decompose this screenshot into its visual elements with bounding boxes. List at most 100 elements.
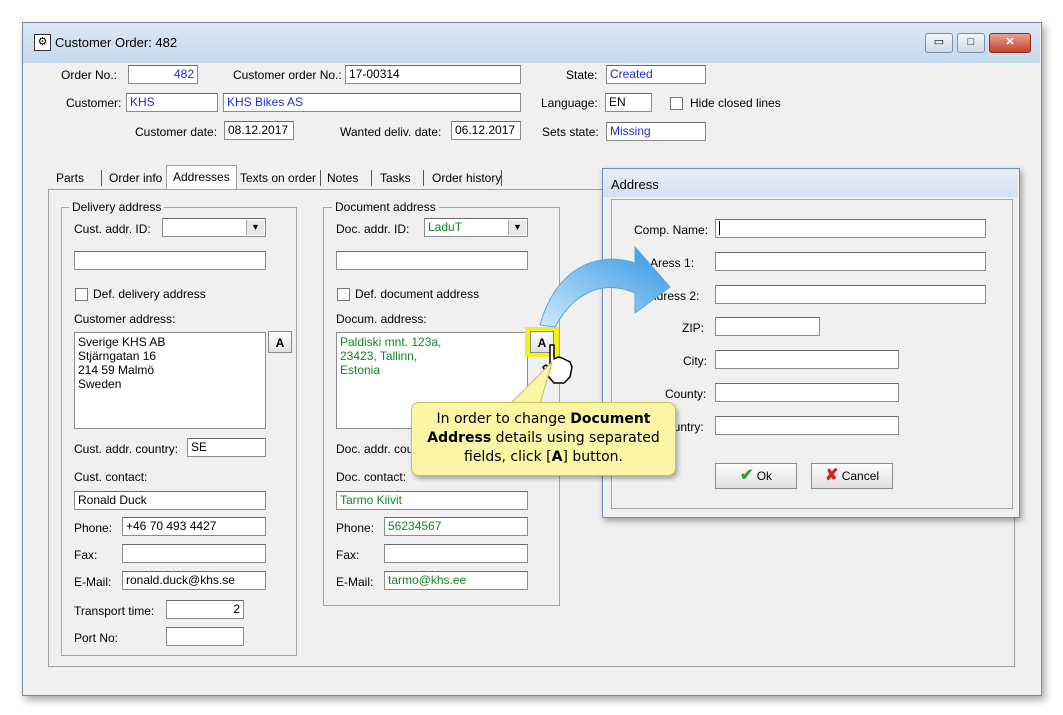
window-title: Customer Order: 482 xyxy=(55,35,178,50)
customer-date-label: Customer date: xyxy=(135,125,218,139)
order-no-field[interactable]: 482 xyxy=(128,65,198,84)
doc-email-field[interactable]: tarmo@khs.ee xyxy=(384,571,528,590)
delivery-a-button[interactable]: A xyxy=(268,331,292,353)
cust-addr-id-combo[interactable]: ▼ xyxy=(162,218,266,237)
delivery-phone-label: Phone: xyxy=(74,521,113,535)
port-no-label: Port No: xyxy=(74,631,119,645)
customer-address-label: Customer address: xyxy=(74,312,176,326)
cust-addr-country-label: Cust. addr. country: xyxy=(74,442,179,456)
wanted-deliv-date-label: Wanted deliv. date: xyxy=(340,125,442,139)
maximize-button[interactable]: □ xyxy=(957,33,985,53)
doc-addr-id-combo[interactable]: LaduT ▼ xyxy=(424,218,528,237)
transport-time-label: Transport time: xyxy=(74,604,155,618)
docum-address-label: Docum. address: xyxy=(336,312,427,326)
tab-tasks[interactable]: Tasks xyxy=(374,167,417,189)
tab-separator xyxy=(371,170,372,186)
doc-phone-field[interactable]: 56234567 xyxy=(384,517,528,536)
checkmark-icon: ✔ xyxy=(739,467,754,484)
hide-closed-lines-checkbox[interactable] xyxy=(670,97,683,110)
close-button[interactable]: ✕ xyxy=(989,33,1031,53)
customer-order-no-field[interactable]: 17-00314 xyxy=(345,65,521,84)
delivery-fax-label: Fax: xyxy=(74,548,98,562)
country-field[interactable] xyxy=(715,416,899,435)
chevron-down-icon[interactable]: ▼ xyxy=(508,220,526,235)
callout-text: ] button. xyxy=(562,449,623,465)
address-line: 23423, Tallinn, xyxy=(340,349,418,363)
cust-contact-field[interactable]: Ronald Duck xyxy=(74,491,266,510)
chevron-down-icon[interactable]: ▼ xyxy=(246,220,264,235)
comp-name-field[interactable] xyxy=(715,219,986,238)
cancel-button[interactable]: ✘ Cancel xyxy=(811,463,893,489)
def-delivery-address-checkbox[interactable] xyxy=(75,288,88,301)
def-document-address-checkbox[interactable] xyxy=(337,288,350,301)
language-field[interactable]: EN xyxy=(605,93,652,112)
doc-fax-field[interactable] xyxy=(384,544,528,563)
cancel-x-icon: ✘ xyxy=(824,467,839,484)
doc-addr-country-label: Doc. addr. cou xyxy=(336,442,414,456)
cust-addr-extra-field[interactable] xyxy=(74,251,266,270)
city-label: City: xyxy=(683,354,707,368)
address2-field[interactable] xyxy=(715,285,986,304)
doc-contact-field[interactable]: Tarmo Kiivit xyxy=(336,491,528,510)
address-line: Stjärngatan 16 xyxy=(78,349,157,363)
def-delivery-address-label: Def. delivery address xyxy=(93,287,206,301)
tab-texts-on-order[interactable]: Texts on order xyxy=(234,167,322,189)
sets-state-label: Sets state: xyxy=(542,125,599,139)
city-field[interactable] xyxy=(715,350,899,369)
state-label: State: xyxy=(566,68,598,82)
tab-separator xyxy=(501,170,502,186)
def-document-address-label: Def. document address xyxy=(355,287,480,301)
delivery-email-field[interactable]: ronald.duck@khs.se xyxy=(122,571,266,590)
customer-name-field[interactable]: KHS Bikes AS xyxy=(223,93,521,112)
cust-contact-label: Cust. contact: xyxy=(74,470,148,484)
transport-time-field[interactable]: 2 xyxy=(166,600,244,619)
doc-contact-label: Doc. contact: xyxy=(336,470,407,484)
callout-bold-text: A xyxy=(551,449,563,465)
tab-notes[interactable]: Notes xyxy=(321,167,364,189)
customer-label: Customer: xyxy=(66,96,122,110)
address-line: 214 59 Malmö xyxy=(78,363,155,377)
port-no-field[interactable] xyxy=(166,627,244,646)
address-dialog-titlebar[interactable] xyxy=(603,169,1018,197)
pointer-arrow-icon xyxy=(539,245,671,328)
address-line: Sweden xyxy=(78,377,122,391)
sets-state-field[interactable]: Missing xyxy=(606,122,706,141)
app-icon: ⚙ xyxy=(34,34,51,51)
cancel-button-label: Cancel xyxy=(841,469,880,483)
address1-field[interactable] xyxy=(715,252,986,271)
doc-addr-extra-field[interactable] xyxy=(336,251,528,270)
document-address-title: Document address xyxy=(332,200,439,214)
customer-date-field[interactable]: 08.12.2017 xyxy=(224,121,294,140)
tab-parts[interactable]: Parts xyxy=(50,167,90,189)
county-label: County: xyxy=(665,387,707,401)
customer-code-field[interactable]: KHS xyxy=(126,93,218,112)
doc-email-label: E-Mail: xyxy=(336,575,374,589)
county-field[interactable] xyxy=(715,383,899,402)
delivery-email-label: E-Mail: xyxy=(74,575,112,589)
tab-order-history[interactable]: Order history xyxy=(426,167,507,189)
address-dialog-title: Address xyxy=(611,177,659,192)
tab-separator xyxy=(101,170,102,186)
minimize-button[interactable]: ▭ xyxy=(925,33,953,53)
customer-order-no-label: Customer order No.: xyxy=(233,68,342,82)
customer-address-textarea[interactable]: Sverige KHS AB Stjärngatan 16 214 59 Mal… xyxy=(74,332,266,429)
callout-text: In order to change xyxy=(436,411,571,427)
doc-addr-id-value: LaduT xyxy=(428,220,463,234)
tab-order-info[interactable]: Order info xyxy=(103,167,168,189)
address-line: Estonia xyxy=(340,363,381,377)
doc-addr-id-label: Doc. addr. ID: xyxy=(336,222,410,236)
doc-fax-label: Fax: xyxy=(336,548,360,562)
order-no-label: Order No.: xyxy=(61,68,118,82)
wanted-deliv-date-field[interactable]: 06.12.2017 xyxy=(451,121,521,140)
delivery-fax-field[interactable] xyxy=(122,544,266,563)
delivery-phone-field[interactable]: +46 70 493 4427 xyxy=(122,517,266,536)
language-label: Language: xyxy=(541,96,598,110)
zip-field[interactable] xyxy=(715,317,820,336)
tab-addresses[interactable]: Addresses xyxy=(166,165,237,190)
ok-button[interactable]: ✔ Ok xyxy=(715,463,797,489)
state-field[interactable]: Created xyxy=(606,65,706,84)
address-line: Sverige KHS AB xyxy=(78,335,166,349)
cust-addr-country-field[interactable]: SE xyxy=(187,438,266,457)
hide-closed-lines-label: Hide closed lines xyxy=(690,96,781,110)
tab-separator xyxy=(423,170,424,186)
